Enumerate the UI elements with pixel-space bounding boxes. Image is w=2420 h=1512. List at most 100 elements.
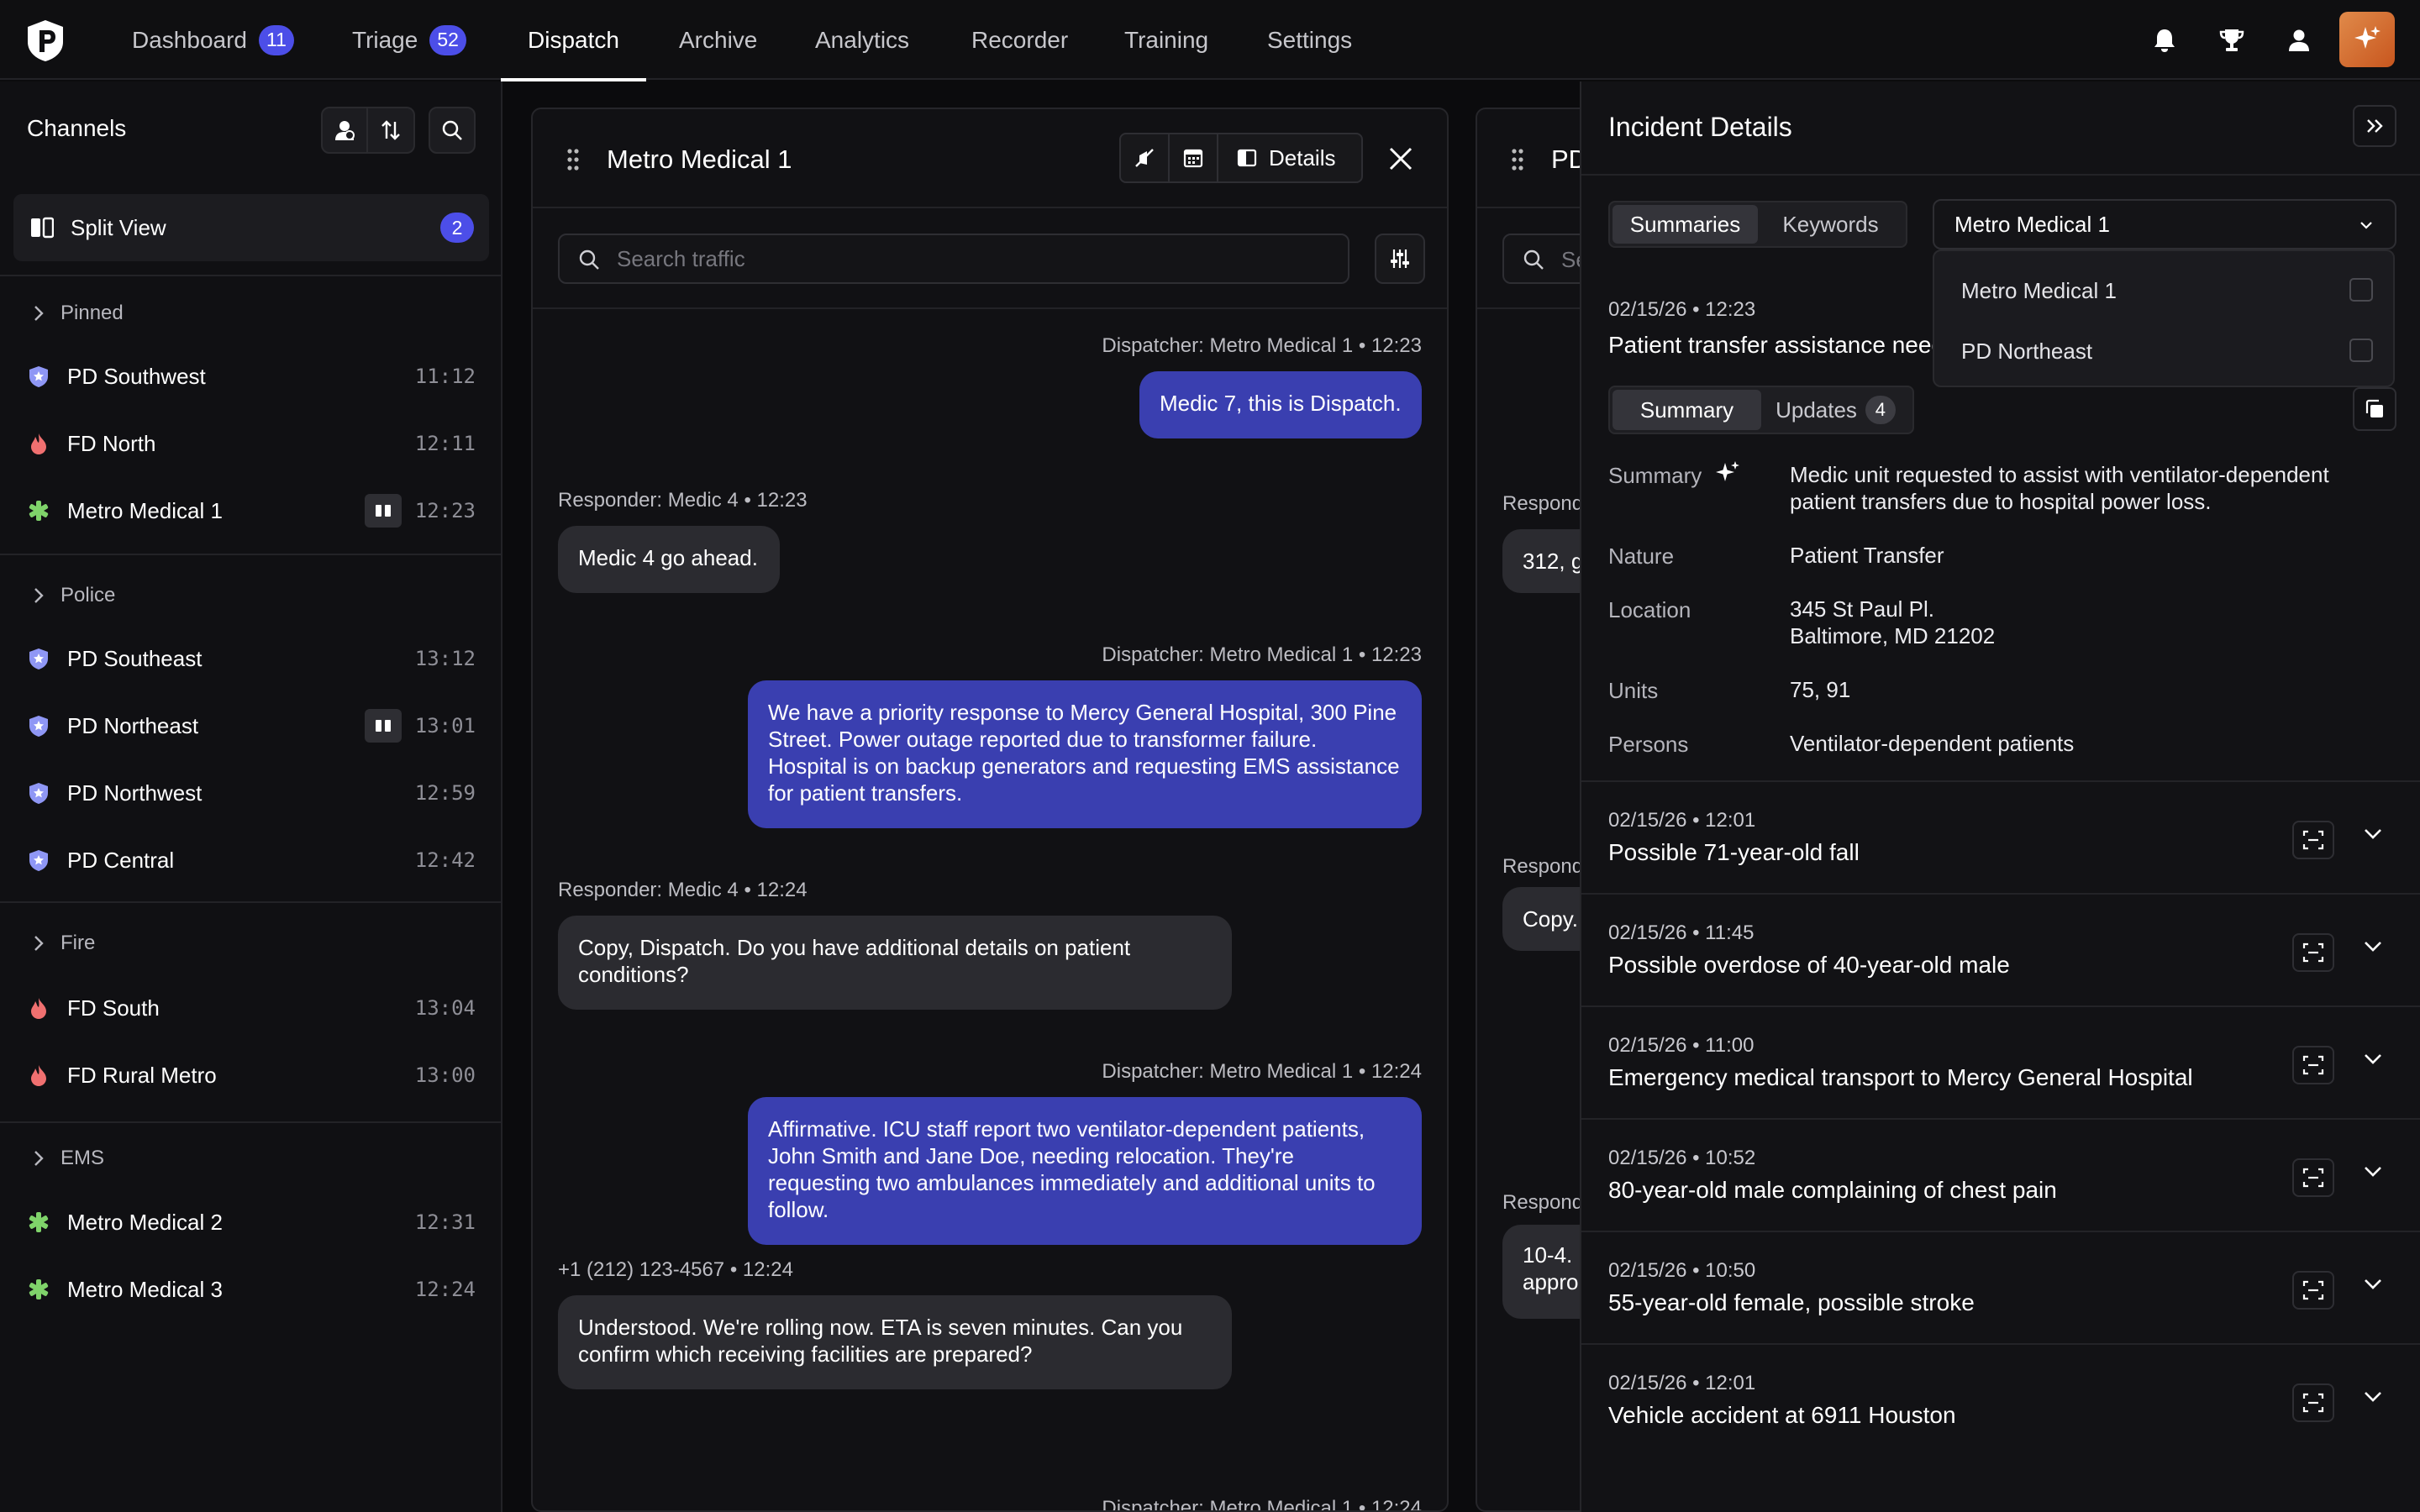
calendar-button[interactable] <box>1170 134 1218 181</box>
scan-button[interactable] <box>2292 821 2334 859</box>
drag-handle-icon[interactable] <box>1511 148 1524 171</box>
dropdown-checkbox-2[interactable] <box>2349 339 2373 362</box>
group-ems[interactable]: EMS <box>34 1147 104 1170</box>
channel-select[interactable]: Metro Medical 1 <box>1933 199 2396 249</box>
fire-flame-icon <box>27 432 50 455</box>
incident-row[interactable]: 02/15/26 • 12:01 Possible 71-year-old fal… <box>1581 780 2420 893</box>
collapse-panel-button[interactable] <box>2353 105 2396 147</box>
nav-recorder[interactable]: Recorder <box>971 0 1068 80</box>
tab-updates[interactable]: Updates 4 <box>1761 390 1910 430</box>
split-view-item[interactable]: Split View 2 <box>13 194 489 261</box>
chevron-down-icon[interactable] <box>2363 1165 2383 1179</box>
mute-icon <box>1135 149 1154 167</box>
sidebar-channel[interactable]: Metro Medical 2 12:31 <box>0 1189 502 1256</box>
location-line-2: Baltimore, MD 21202 <box>1790 623 1996 648</box>
nav-archive[interactable]: Archive <box>679 0 757 80</box>
scan-button[interactable] <box>2292 1271 2334 1310</box>
bell-icon[interactable] <box>2148 24 2181 57</box>
sidebar-channel[interactable]: PD Southeast 13:12 <box>0 625 502 692</box>
chevron-right-icon <box>34 306 44 321</box>
scan-button[interactable] <box>2292 1158 2334 1197</box>
group-police[interactable]: Police <box>34 584 115 607</box>
message-list[interactable]: Dispatcher: Metro Medical 1 • 12:23 Medic… <box>533 307 1447 1510</box>
chevron-down-icon[interactable] <box>2363 1390 2383 1404</box>
filter-settings-button[interactable] <box>1375 234 1425 284</box>
double-chevron-right-icon <box>2367 119 2383 133</box>
group-fire[interactable]: Fire <box>34 932 95 955</box>
panel2-meta: Respond <box>1502 1191 1584 1214</box>
details-button-label: Details <box>1269 144 1336 171</box>
chevron-down-icon[interactable] <box>2363 827 2383 841</box>
nav-triage[interactable]: Triage 52 <box>352 0 466 80</box>
dropdown-option-1[interactable]: Metro Medical 1 <box>1961 278 2117 304</box>
details-divider <box>1581 174 2420 176</box>
sidebar-panel-icon <box>1237 149 1257 167</box>
mute-button[interactable] <box>1121 134 1170 181</box>
incoming-message-bubble[interactable]: Medic 4 go ahead. <box>558 526 780 593</box>
nav-analytics[interactable]: Analytics <box>815 0 909 80</box>
chevron-right-icon <box>34 1151 44 1166</box>
nav-dashboard[interactable]: Dashboard 11 <box>132 0 294 80</box>
sidebar-divider <box>0 901 502 903</box>
nav-settings[interactable]: Settings <box>1267 0 1352 80</box>
sidebar-channel[interactable]: PD Southwest 11:12 <box>0 343 502 410</box>
sidebar-channel[interactable]: FD South 13:04 <box>0 974 502 1042</box>
persons-value: Ventilator-dependent patients <box>1790 731 2075 756</box>
channel-time: 12:11 <box>414 432 476 455</box>
split-view-label: Split View <box>71 214 166 240</box>
sidebar-channel[interactable]: PD Northwest 12:59 <box>0 759 502 827</box>
tab-keywords[interactable]: Keywords <box>1758 205 1903 244</box>
sidebar-channel[interactable]: PD Northeast 13:01 <box>0 692 502 759</box>
details-button[interactable]: Details <box>1218 134 1354 181</box>
dropdown-checkbox-1[interactable] <box>2349 278 2373 302</box>
channel-time: 12:42 <box>414 848 476 872</box>
drag-handle-icon[interactable] <box>566 148 580 171</box>
traffic-search-input[interactable] <box>617 235 1339 282</box>
sidebar-channel[interactable]: Metro Medical 3 12:24 <box>0 1256 502 1323</box>
outgoing-message-bubble[interactable]: Affirmative. ICU staff report two ventil… <box>748 1097 1422 1245</box>
sidebar-search-button[interactable] <box>429 107 476 154</box>
close-icon[interactable] <box>1388 146 1413 171</box>
message-meta: Dispatcher: Metro Medical 1 • 12:24 <box>1102 1060 1422 1083</box>
scan-button[interactable] <box>2292 1046 2334 1084</box>
sidebar-channel[interactable]: FD Rural Metro 13:00 <box>0 1042 502 1109</box>
incident-row[interactable]: 02/15/26 • 11:00 Emergency medical transp… <box>1581 1005 2420 1118</box>
incoming-message-bubble[interactable]: Copy, Dispatch. Do you have additional d… <box>558 916 1232 1010</box>
group-pinned[interactable]: Pinned <box>34 302 124 325</box>
incident-row-date: 02/15/26 • 11:45 <box>1608 921 1754 944</box>
nav-dispatch[interactable]: Dispatch <box>501 0 646 81</box>
chevron-down-icon[interactable] <box>2363 940 2383 953</box>
incident-row[interactable]: 02/15/26 • 10:52 80-year-old male complai… <box>1581 1118 2420 1231</box>
incoming-message-bubble[interactable]: Understood. We're rolling now. ETA is se… <box>558 1295 1232 1389</box>
nav-training[interactable]: Training <box>1124 0 1208 80</box>
tab-summary[interactable]: Summary <box>1612 390 1761 430</box>
chevron-down-icon[interactable] <box>2363 1278 2383 1291</box>
chevron-down-icon[interactable] <box>2363 1053 2383 1066</box>
channel-time: 12:24 <box>414 1278 476 1301</box>
scan-button[interactable] <box>2292 933 2334 972</box>
tab-summaries[interactable]: Summaries <box>1612 205 1758 244</box>
channel-name: PD Central <box>67 847 175 873</box>
app-logo-icon[interactable] <box>25 18 66 62</box>
user-profile-icon[interactable] <box>2282 24 2316 57</box>
sidebar-channel[interactable]: PD Central 12:42 <box>0 827 502 894</box>
dropdown-option-2[interactable]: PD Northeast <box>1961 339 2092 365</box>
copy-button[interactable] <box>2353 387 2396 431</box>
split-view-indicator-icon[interactable] <box>365 709 402 743</box>
incident-row[interactable]: 02/15/26 • 12:01 Vehicle accident at 6911… <box>1581 1343 2420 1456</box>
split-view-indicator-icon[interactable] <box>365 494 402 528</box>
sidebar-channel[interactable]: Metro Medical 1 12:23 <box>0 477 502 544</box>
sort-button[interactable] <box>368 107 415 154</box>
sidebar-channel[interactable]: FD North 12:11 <box>0 410 502 477</box>
trophy-icon[interactable] <box>2215 24 2249 57</box>
scan-button[interactable] <box>2292 1383 2334 1422</box>
incident-row[interactable]: 02/15/26 • 11:45 Possible overdose of 40-… <box>1581 893 2420 1005</box>
panel-toolbar: Details <box>1119 133 1363 183</box>
fire-flame-icon <box>27 1063 50 1087</box>
outgoing-message-bubble[interactable]: Medic 7, this is Dispatch. <box>1139 371 1422 438</box>
outgoing-message-bubble[interactable]: We have a priority response to Mercy Gen… <box>748 680 1422 828</box>
channel-filter-button[interactable] <box>321 107 368 154</box>
ai-assistant-avatar[interactable] <box>2339 12 2395 67</box>
incident-details-title: Incident Details <box>1608 112 1792 142</box>
incident-row[interactable]: 02/15/26 • 10:50 55-year-old female, poss… <box>1581 1231 2420 1343</box>
